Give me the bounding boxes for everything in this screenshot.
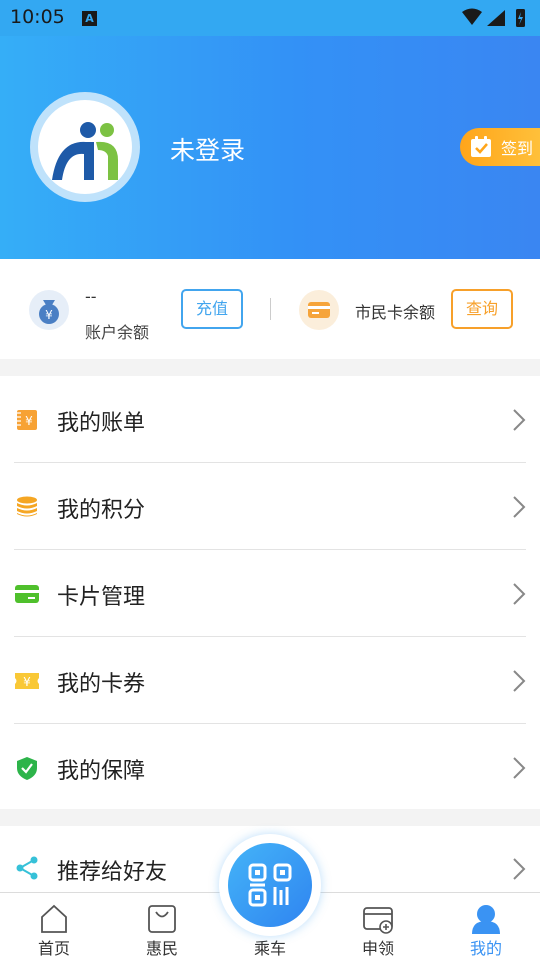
account-balance-value: -- xyxy=(85,287,97,306)
chevron-right-icon xyxy=(513,757,526,779)
menu-item-points[interactable]: 我的积分 xyxy=(0,463,540,550)
recharge-button[interactable]: 充值 xyxy=(181,289,243,329)
share-icon xyxy=(16,856,38,880)
menu-item-cards[interactable]: 卡片管理 xyxy=(0,550,540,637)
chevron-right-icon xyxy=(513,583,526,605)
tab-label: 我的 xyxy=(469,939,502,958)
user-icon xyxy=(472,905,500,934)
signin-button[interactable]: 签到 xyxy=(460,128,540,166)
calendar-check-icon xyxy=(471,136,491,157)
citizen-card-balance-label: 市民卡余额 xyxy=(355,303,436,322)
tab-home[interactable]: 首页 xyxy=(0,893,108,960)
divider xyxy=(270,298,271,320)
tab-apply[interactable]: 申领 xyxy=(324,893,432,960)
card-icon xyxy=(15,585,39,603)
scan-ride-button[interactable] xyxy=(219,834,321,936)
menu-item-bill[interactable]: ¥ 我的账单 xyxy=(0,376,540,463)
citizen-card-icon xyxy=(299,290,339,330)
tab-label: 乘车 xyxy=(253,939,286,958)
account-balance-label: 账户余额 xyxy=(85,323,150,342)
query-button[interactable]: 查询 xyxy=(451,289,513,329)
money-bag-icon: ¥ xyxy=(29,290,69,330)
menu-item-label: 我的卡券 xyxy=(57,672,146,697)
share-label: 推荐给好友 xyxy=(57,860,168,885)
balance-card: ¥ -- 账户余额 充值 市民卡余额 查询 xyxy=(0,259,540,359)
card-add-icon xyxy=(363,907,393,934)
chevron-right-icon xyxy=(513,670,526,692)
status-indicators-icon xyxy=(462,8,525,27)
home-icon xyxy=(41,904,67,933)
tab-label: 申领 xyxy=(361,939,394,958)
menu-item-label: 我的账单 xyxy=(57,411,146,436)
coupon-icon: ¥ xyxy=(15,673,39,689)
menu-item-coupons[interactable]: ¥ 我的卡券 xyxy=(0,637,540,724)
shopping-bag-icon xyxy=(148,905,176,933)
profile-header: 未登录 签到 xyxy=(0,36,540,259)
status-bar: 10:05 A xyxy=(0,0,540,36)
tab-benefits[interactable]: 惠民 xyxy=(108,893,216,960)
chevron-right-icon xyxy=(513,496,526,518)
tab-mine[interactable]: 我的 xyxy=(432,893,540,960)
login-status[interactable]: 未登录 xyxy=(170,131,245,167)
shield-check-icon xyxy=(17,757,37,780)
app-logo-icon xyxy=(52,122,118,180)
menu-list: ¥ 我的账单 我的积分 卡片管理 ¥ 我的卡券 我的保障 xyxy=(0,376,540,809)
svg-text:¥: ¥ xyxy=(25,414,33,428)
chevron-right-icon xyxy=(513,858,526,880)
coins-icon xyxy=(17,496,37,517)
bill-icon: ¥ xyxy=(17,410,37,430)
qr-code-icon xyxy=(248,863,292,907)
svg-text:¥: ¥ xyxy=(45,308,53,322)
menu-item-label: 卡片管理 xyxy=(57,585,146,610)
menu-item-label: 我的保障 xyxy=(57,759,146,784)
avatar[interactable] xyxy=(30,92,140,202)
notification-icon: A xyxy=(82,11,97,26)
status-time: 10:05 xyxy=(10,6,65,28)
svg-text:¥: ¥ xyxy=(23,675,31,689)
signin-label: 签到 xyxy=(501,139,534,158)
chevron-right-icon xyxy=(513,409,526,431)
tab-label: 惠民 xyxy=(145,939,178,958)
tab-label: 首页 xyxy=(37,939,70,958)
menu-item-label: 我的积分 xyxy=(57,498,146,523)
menu-item-protection[interactable]: 我的保障 xyxy=(0,724,540,811)
